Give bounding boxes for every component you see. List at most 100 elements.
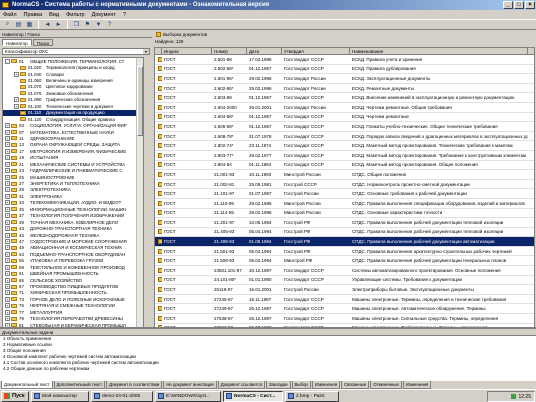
expand-icon[interactable]: + xyxy=(5,251,10,257)
menu-file[interactable]: Файл xyxy=(3,12,17,18)
expand-icon[interactable]: + xyxy=(14,71,19,77)
taskbar-button[interactable]: NormaCS - Сист... xyxy=(223,390,283,402)
expand-icon[interactable]: + xyxy=(5,206,10,212)
expand-icon[interactable]: + xyxy=(5,174,10,180)
expand-icon[interactable]: + xyxy=(5,232,10,238)
bottom-tab[interactable]: Дополнительный текст xyxy=(53,381,106,389)
tab-search[interactable]: Поиск xyxy=(32,39,54,46)
bottom-tab[interactable]: Изменения xyxy=(402,381,432,389)
open-icon[interactable]: ▤ xyxy=(14,20,23,29)
expand-icon[interactable]: + xyxy=(5,238,10,244)
expand-icon[interactable]: + xyxy=(5,290,10,296)
copy-icon[interactable]: ❐ xyxy=(72,20,81,29)
bottom-tab[interactable]: Изменения xyxy=(311,381,341,389)
minimize-button[interactable]: _ xyxy=(503,1,513,9)
tree-item[interactable]: - 01 ОБЩИЕ ПОЛОЖЕНИЯ. ТЕРМИНОЛОГИЯ. СТ xyxy=(3,58,143,64)
help-icon[interactable]: ? xyxy=(105,20,114,29)
table-row[interactable]: ГОСТ 27538-87 25.12.1987 Госстандарт СССР Ма… xyxy=(155,314,534,324)
table-row[interactable]: ГОСТ 2.602-95* 29.02.1996 Госстандарт Росси… xyxy=(155,84,534,94)
contents-item[interactable]: 4.2 Общие данные по рабочим чертежам xyxy=(0,366,536,372)
taskbar-button[interactable]: 2.bmp - Paint xyxy=(285,390,339,402)
table-row[interactable]: ГОСТ 21.001-93 10.11.1993 Минстрой России СП… xyxy=(155,170,534,180)
tree-item[interactable]: +53 ПОДЪЕМНО-ТРАНСПОРТНОЕ ОБОРУДОВАН xyxy=(3,251,143,257)
taskbar-button[interactable]: Мой компьютер xyxy=(31,390,89,402)
bottom-tab[interactable]: Связанные xyxy=(341,381,370,389)
expand-icon[interactable]: + xyxy=(5,168,10,174)
tree-item[interactable]: +79 ТЕХНОЛОГИЯ ПЕРЕРАБОТКИ ДРЕВЕСИНЫ xyxy=(3,316,143,322)
expand-icon[interactable]: + xyxy=(5,245,10,251)
bookmark-icon[interactable]: ⚑ xyxy=(83,20,92,29)
bottom-tab[interactable]: Выбор xyxy=(291,381,311,389)
table-row[interactable]: ГОСТ 26119-97 16.01.2001 Госстрой России Эле… xyxy=(155,285,534,295)
expand-icon[interactable]: + xyxy=(5,187,10,193)
table-row[interactable]: ГОСТ 21.408-93 01.09.1994 Госстрой РФ СПДС. … xyxy=(155,237,534,247)
column-index[interactable]: Индекс xyxy=(162,48,212,54)
tray-icon[interactable] xyxy=(511,394,517,399)
table-row[interactable]: ГОСТ 2.608-78* 31.07.1978 Госстандарт СССР Е… xyxy=(155,132,534,142)
expand-icon[interactable]: + xyxy=(5,316,10,322)
expand-icon[interactable]: + xyxy=(5,303,10,309)
chevron-down-icon[interactable]: ▾ xyxy=(143,49,149,54)
print-icon[interactable]: ▦ xyxy=(25,20,34,29)
expand-icon[interactable]: + xyxy=(5,181,10,187)
expand-icon[interactable]: + xyxy=(14,103,19,109)
expand-icon[interactable]: + xyxy=(5,129,10,135)
table-row[interactable]: ГОСТ 21.110-95 29.02.1996 Минстрой России СП… xyxy=(155,199,534,209)
forward-icon[interactable]: ► xyxy=(54,20,63,29)
filter-icon[interactable]: ▼ xyxy=(94,20,103,29)
expand-icon[interactable]: + xyxy=(14,97,19,103)
menu-edit[interactable]: Правка xyxy=(24,12,43,18)
table-row[interactable]: ГОСТ 21.508-93 05.04.1994 Минстрой РФ СПДС. … xyxy=(155,256,534,267)
tree-item[interactable]: +03 СОЦИОЛОГИЯ. УСЛУГИ. ОРГАНИЗАЦИЯ ФИР xyxy=(3,122,143,129)
expand-icon[interactable]: + xyxy=(5,142,10,148)
table-row[interactable]: ГОСТ 2.802-74* 23.11.1974 Госстандарт СССР Е… xyxy=(155,141,534,151)
column-title[interactable]: Наименование xyxy=(350,48,528,54)
back-icon[interactable]: ◄ xyxy=(43,20,52,29)
bottom-tab[interactable]: Отмененные xyxy=(370,381,402,389)
bottom-tab[interactable]: Закладки xyxy=(265,381,291,389)
expand-icon[interactable]: + xyxy=(5,264,10,270)
expand-icon[interactable]: + xyxy=(5,148,10,154)
start-button[interactable]: Пуск xyxy=(1,390,29,402)
table-row[interactable]: ГОСТ 21.501-93 05.04.1994 Госстрой РФ СПДС. … xyxy=(155,247,534,257)
menu-filter[interactable]: Фильтр xyxy=(66,12,84,18)
table-row[interactable]: ГОСТ 2.501-88 17.03.1988 Госстандарт СССР ЕС… xyxy=(155,55,534,65)
bottom-tab[interactable]: Документ в соответствии xyxy=(106,381,163,389)
tree-item[interactable]: +35 ИНФОРМАЦИОННЫЕ ТЕХНОЛОГИИ. МАШИН xyxy=(3,206,143,212)
menu-view[interactable]: Вид xyxy=(49,12,59,18)
close-button[interactable]: × xyxy=(525,1,535,9)
collapse-icon[interactable]: - xyxy=(5,58,10,64)
expand-icon[interactable]: + xyxy=(5,155,10,161)
menu-help[interactable]: ? xyxy=(123,12,126,18)
tree-item[interactable]: +73 ГОРНОЕ ДЕЛО И ПОЛЕЗНЫЕ ИСКОПАЕМЫЕ xyxy=(3,296,143,302)
table-row[interactable]: ГОСТ 2.604-68* 01.12.1967 Госстандарт СССР Е… xyxy=(155,113,534,123)
tree-item[interactable]: +23 ГИДРАВЛИЧЕСКИЕ И ПНЕВМАТИЧЕСКИЕ С xyxy=(3,167,143,174)
table-row[interactable]: ГОСТ 23501.101-87 30.12.1987 Госстандарт СС… xyxy=(155,266,534,276)
tree-item[interactable]: +21 МЕХАНИЧЕСКИЕ СИСТЕМЫ И УСТРОЙСТВА xyxy=(3,161,143,167)
bottom-tab[interactable]: Не документ аннотация xyxy=(163,381,217,389)
classifier-select[interactable]: Классификатор ОКС ▾ xyxy=(2,48,150,55)
expand-icon[interactable]: + xyxy=(5,271,10,277)
table-row[interactable]: ГОСТ 2.804-84 01.11.1984 Госстандарт СССР ЕС… xyxy=(155,161,534,171)
tree-item[interactable]: +17 МЕТРОЛОГИЯ И ИЗМЕРЕНИЯ. ФИЗИЧЕСКИЕ xyxy=(3,148,143,154)
column-date[interactable]: Дата xyxy=(247,48,282,54)
expand-icon[interactable]: + xyxy=(5,200,10,206)
expand-icon[interactable]: + xyxy=(5,226,10,232)
expand-icon[interactable]: + xyxy=(5,277,10,283)
table-row[interactable]: ГОСТ 21.101-97 01.07.1997 Госстрой России СП… xyxy=(155,189,534,199)
maximize-button[interactable]: □ xyxy=(514,1,524,9)
taskbar-button[interactable]: demo-24-01-2005 xyxy=(91,390,153,402)
taskbar-button[interactable]: E:\WINDOWS\syst... xyxy=(155,390,221,402)
table-row[interactable]: ГОСТ 2.603-68 01.12.1967 Госстандарт СССР ЕС… xyxy=(155,93,534,103)
expand-icon[interactable]: + xyxy=(5,213,10,219)
search-icon[interactable]: ⌕ xyxy=(3,20,12,29)
expand-icon[interactable]: + xyxy=(5,193,10,199)
expand-icon[interactable]: + xyxy=(5,284,10,290)
bottom-tab[interactable]: Документ ссылается xyxy=(217,381,265,389)
table-row[interactable]: ГОСТ 21.405-93 05.04.1994 Госстрой РФ СПДС. … xyxy=(155,228,534,238)
tree-item[interactable]: +37 ТЕХНОЛОГИЯ ПОЛУЧЕНИЯ ИЗОБРАЖЕНИЙ xyxy=(3,213,143,219)
table-row[interactable]: ГОСТ 27245-87 16.11.1987 Госстандарт СССР Ма… xyxy=(155,295,534,305)
expand-icon[interactable]: + xyxy=(5,135,10,141)
table-row[interactable]: ГОСТ 27249-87 25.12.1987 Госстандарт СССР Ма… xyxy=(155,304,534,315)
expand-icon[interactable]: + xyxy=(5,161,10,167)
